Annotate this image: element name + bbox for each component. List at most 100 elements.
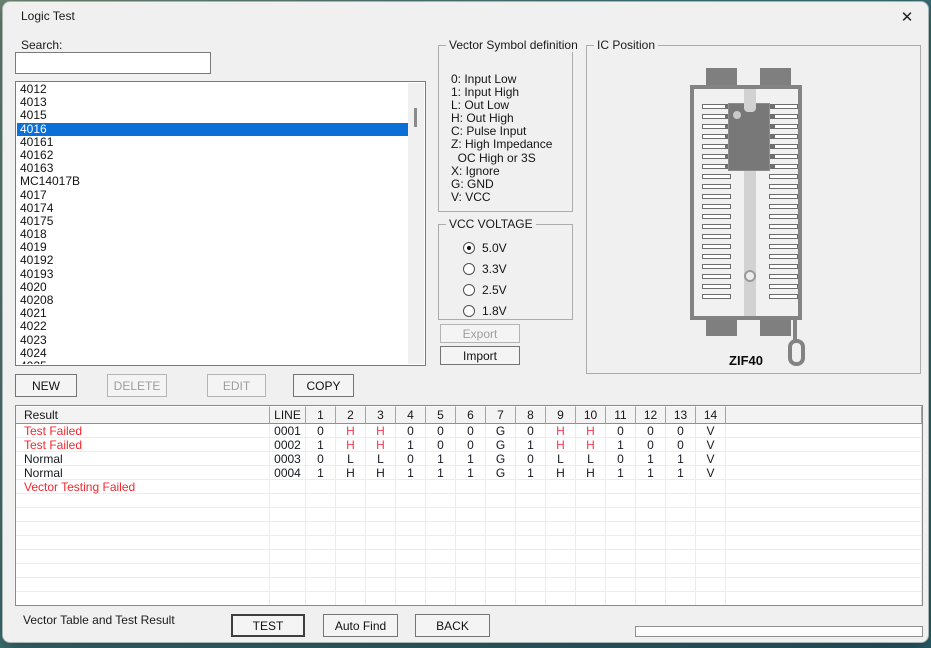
empty-cell — [516, 578, 546, 592]
list-item-4017[interactable]: 4017 — [17, 189, 408, 202]
search-input[interactable] — [15, 52, 211, 74]
empty-cell — [336, 550, 366, 564]
radio-option-3.3V[interactable]: 3.3V — [463, 262, 507, 276]
table-row-0004[interactable]: Normal00041HH111G1HH111V — [16, 466, 922, 480]
list-item-4013[interactable]: 4013 — [17, 96, 408, 109]
pin-slot-left — [702, 294, 731, 299]
empty-cell — [636, 536, 666, 550]
table-empty-row — [16, 564, 922, 578]
vector-symbol-group: Vector Symbol definition 0: Input Low1: … — [438, 45, 573, 212]
vector-cell: 0 — [606, 424, 636, 438]
table-row-0002[interactable]: Test Failed00021HH100G1HH100V — [16, 438, 922, 452]
listbox-scrollbar[interactable] — [408, 83, 424, 364]
vector-cell: H — [576, 424, 606, 438]
empty-cell — [516, 522, 546, 536]
header-cell-2: 2 — [336, 406, 366, 424]
list-item-4023[interactable]: 4023 — [17, 334, 408, 347]
empty-cell — [516, 536, 546, 550]
list-item-40208[interactable]: 40208 — [17, 294, 408, 307]
empty-cell — [456, 522, 486, 536]
vector-cell: 1 — [516, 466, 546, 480]
list-item-40162[interactable]: 40162 — [17, 149, 408, 162]
empty-cell — [366, 508, 396, 522]
pin-slot-left — [702, 104, 726, 109]
empty-cell — [726, 494, 922, 508]
ic-position-group: IC Position ZIF40 — [586, 45, 921, 374]
list-item-4018[interactable]: 4018 — [17, 228, 408, 241]
search-label: Search: — [21, 38, 62, 52]
list-item-4015[interactable]: 4015 — [17, 109, 408, 122]
vector-cell: H — [366, 424, 396, 438]
vector-cell: 0 — [636, 424, 666, 438]
vector-cell — [606, 480, 636, 494]
vector-cell — [336, 480, 366, 494]
table-row-0001[interactable]: Test Failed00010HH000G0HH000V — [16, 424, 922, 438]
empty-cell — [396, 508, 426, 522]
vector-cell: L — [366, 452, 396, 466]
empty-cell — [336, 578, 366, 592]
result-cell: Test Failed — [16, 438, 270, 452]
list-item-4025[interactable]: 4025 — [17, 360, 408, 364]
socket-center-hole-icon — [744, 270, 756, 282]
copy-button[interactable]: COPY — [293, 374, 354, 397]
auto-find-button[interactable]: Auto Find — [323, 614, 398, 637]
vector-cell: V — [696, 466, 726, 480]
table-row-0003[interactable]: Normal00030LL011G0LL011V — [16, 452, 922, 466]
empty-cell — [270, 564, 306, 578]
close-icon[interactable]: ✕ — [894, 6, 920, 28]
empty-cell — [636, 592, 666, 606]
vector-cell: 0 — [456, 438, 486, 452]
empty-cell — [366, 536, 396, 550]
list-item-4016[interactable]: 4016 — [17, 123, 408, 136]
vector-cell: 0 — [396, 424, 426, 438]
list-item-4012[interactable]: 4012 — [17, 83, 408, 96]
empty-cell — [16, 508, 270, 522]
header-cell-Result: Result — [16, 406, 270, 424]
test-button[interactable]: TEST — [231, 614, 305, 637]
vector-cell: 1 — [396, 438, 426, 452]
pin-slot-right — [774, 104, 798, 109]
scrollbar-thumb[interactable] — [414, 108, 417, 127]
header-cell-9: 9 — [546, 406, 576, 424]
vector-cell: 1 — [456, 466, 486, 480]
list-item-40174[interactable]: 40174 — [17, 202, 408, 215]
list-item-4024[interactable]: 4024 — [17, 347, 408, 360]
table-row-status[interactable]: Vector Testing Failed — [16, 480, 922, 494]
list-item-40193[interactable]: 40193 — [17, 268, 408, 281]
radio-option-5.0V[interactable]: 5.0V — [463, 241, 507, 255]
chip-notch-icon — [744, 103, 756, 112]
empty-cell — [486, 536, 516, 550]
socket-tab-bottom-left-icon — [706, 319, 737, 336]
radio-icon-1.8V — [463, 305, 475, 317]
header-cell-14: 14 — [696, 406, 726, 424]
radio-option-2.5V[interactable]: 2.5V — [463, 283, 507, 297]
empty-cell — [270, 536, 306, 550]
back-button[interactable]: BACK — [415, 614, 490, 637]
vector-cell: V — [696, 452, 726, 466]
empty-cell — [336, 564, 366, 578]
list-item-40192[interactable]: 40192 — [17, 254, 408, 267]
list-item-40175[interactable]: 40175 — [17, 215, 408, 228]
empty-cell — [16, 564, 270, 578]
list-item-MC14017B[interactable]: MC14017B — [17, 175, 408, 188]
list-item-4020[interactable]: 4020 — [17, 281, 408, 294]
list-item-4022[interactable]: 4022 — [17, 320, 408, 333]
import-button[interactable]: Import — [440, 346, 520, 365]
pin-slot-left — [702, 204, 731, 209]
export-button: Export — [440, 324, 520, 343]
radio-label-3.3V: 3.3V — [482, 262, 507, 276]
empty-cell — [270, 550, 306, 564]
new-button[interactable]: NEW — [15, 374, 77, 397]
filler-cell — [726, 466, 922, 480]
vector-cell: L — [336, 452, 366, 466]
vector-cell: 1 — [636, 466, 666, 480]
empty-cell — [486, 522, 516, 536]
empty-cell — [456, 592, 486, 606]
empty-cell — [606, 592, 636, 606]
list-item-4021[interactable]: 4021 — [17, 307, 408, 320]
socket-tab-top-left-icon — [706, 68, 737, 86]
vector-cell: 0 — [306, 452, 336, 466]
list-item-4019[interactable]: 4019 — [17, 241, 408, 254]
radio-option-1.8V[interactable]: 1.8V — [463, 304, 507, 318]
list-item-40161[interactable]: 40161 — [17, 136, 408, 149]
